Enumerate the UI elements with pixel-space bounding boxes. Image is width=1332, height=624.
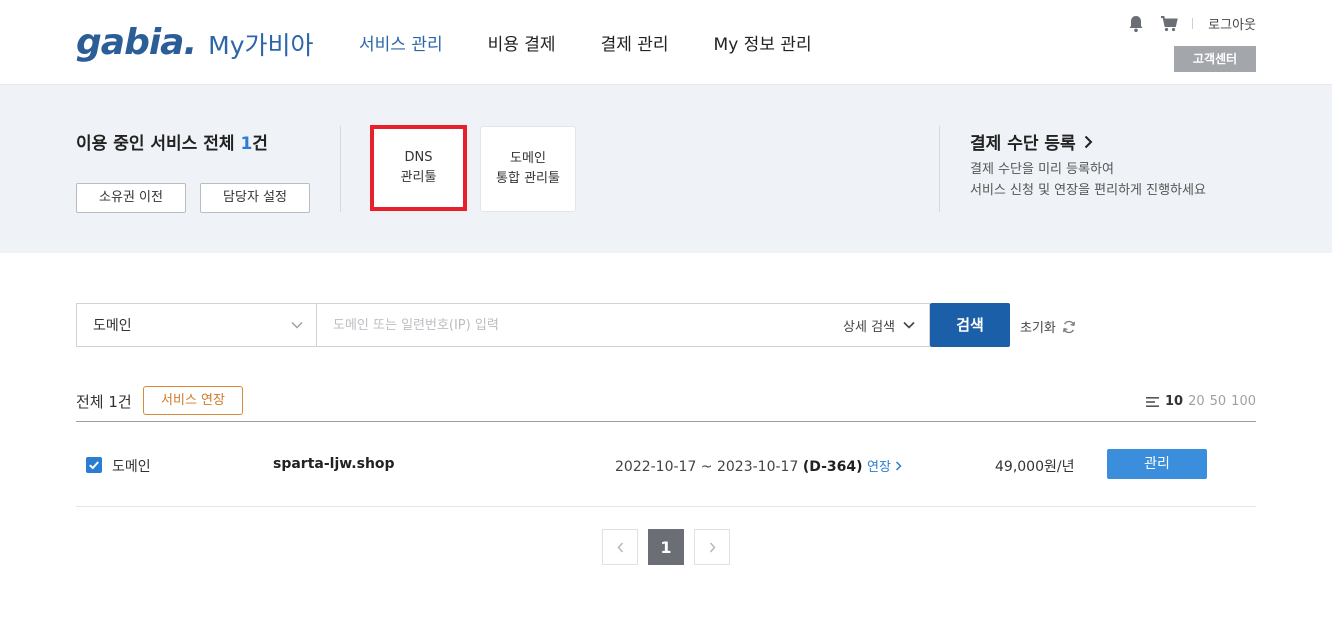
chevron-right-icon bbox=[709, 542, 716, 553]
ownership-transfer-button[interactable]: 소유권 이전 bbox=[76, 183, 186, 213]
top-header: gabia. My가비아 서비스 관리 비용 결제 결제 관리 My 정보 관리… bbox=[0, 0, 1332, 85]
search-category-select[interactable]: 도메인 bbox=[76, 303, 316, 347]
logo-subtitle: My가비아 bbox=[208, 31, 314, 60]
divider bbox=[76, 421, 1256, 422]
search-input[interactable] bbox=[333, 317, 793, 333]
search-button[interactable]: 검색 bbox=[930, 303, 1010, 347]
total-count: 전체 1건 bbox=[76, 393, 132, 411]
divider bbox=[1192, 18, 1194, 29]
page-size-100[interactable]: 100 bbox=[1231, 394, 1256, 409]
page-button-current[interactable]: 1 bbox=[648, 529, 684, 565]
search-category-value: 도메인 bbox=[93, 318, 132, 334]
row-price: 49,000원/년 bbox=[995, 459, 1075, 475]
row-service-type: 도메인 bbox=[112, 459, 151, 475]
service-extend-button[interactable]: 서비스 연장 bbox=[143, 386, 243, 415]
list-icon bbox=[1145, 396, 1159, 407]
payment-title: 결제 수단 등록 bbox=[970, 134, 1076, 154]
page-size-selector: 10 20 50 100 bbox=[1145, 394, 1256, 409]
divider bbox=[76, 506, 1256, 507]
logo-wordmark: gabia. bbox=[76, 22, 197, 63]
customer-center-button[interactable]: 고객센터 bbox=[1174, 46, 1256, 72]
search-bar: 도메인 상세 검색 검색 bbox=[76, 303, 1010, 347]
detail-search-toggle[interactable]: 상세 검색 bbox=[843, 316, 915, 335]
nav-my-info[interactable]: My 정보 관리 bbox=[714, 30, 812, 55]
domain-integrated-tool-card[interactable]: 도메인 통합 관리툴 bbox=[480, 126, 576, 212]
contact-settings-button[interactable]: 담당자 설정 bbox=[200, 183, 310, 213]
divider bbox=[340, 126, 341, 212]
prev-page-button[interactable] bbox=[602, 529, 638, 565]
service-count-title: 이용 중인 서비스 전체 1건 bbox=[76, 129, 268, 154]
reset-button[interactable]: 초기화 bbox=[1020, 317, 1076, 336]
refresh-icon bbox=[1062, 320, 1076, 334]
next-page-button[interactable] bbox=[694, 529, 730, 565]
dns-management-tool-card[interactable]: DNS 관리툴 bbox=[370, 125, 467, 211]
row-extend-label: 연장 bbox=[866, 460, 891, 475]
tool-card-line2: 통합 관리툴 bbox=[496, 171, 560, 186]
tool-card-line2: 관리툴 bbox=[400, 170, 437, 185]
detail-search-label: 상세 검색 bbox=[843, 319, 895, 335]
nav-payment-management[interactable]: 결제 관리 bbox=[601, 30, 669, 55]
chevron-down-icon bbox=[903, 321, 915, 329]
page-size-20[interactable]: 20 bbox=[1188, 394, 1205, 409]
chevron-right-icon bbox=[895, 460, 902, 475]
reset-label: 초기화 bbox=[1020, 321, 1056, 336]
divider bbox=[939, 126, 940, 212]
nav-service-management[interactable]: 서비스 관리 bbox=[359, 30, 443, 55]
service-count: 1 bbox=[240, 134, 253, 154]
chevron-right-icon bbox=[1084, 135, 1093, 149]
row-extend-link[interactable]: 연장 bbox=[867, 460, 902, 475]
summary-title-text: 이용 중인 서비스 전체 bbox=[76, 134, 235, 154]
payment-method-register-link[interactable]: 결제 수단 등록 bbox=[970, 129, 1093, 154]
nav-billing[interactable]: 비용 결제 bbox=[488, 30, 556, 55]
payment-desc-line1: 결제 수단을 미리 등록하여 bbox=[970, 162, 1114, 177]
period-dates: 2022-10-17 ~ 2023-10-17 bbox=[615, 459, 799, 475]
count-suffix: 건 bbox=[252, 134, 268, 154]
row-domain-name[interactable]: sparta-ljw.shop bbox=[273, 456, 395, 472]
main-nav: 서비스 관리 비용 결제 결제 관리 My 정보 관리 bbox=[359, 30, 857, 55]
tool-card-line1: 도메인 bbox=[510, 151, 546, 166]
page-size-10[interactable]: 10 bbox=[1165, 394, 1183, 409]
tool-card-line1: DNS bbox=[404, 150, 433, 165]
payment-desc-line2: 서비스 신청 및 연장을 편리하게 진행하세요 bbox=[970, 183, 1206, 198]
d-day-badge: (D-364) bbox=[802, 459, 863, 475]
payment-description: 결제 수단을 미리 등록하여 서비스 신청 및 연장을 편리하게 진행하세요 bbox=[970, 159, 1206, 201]
bell-icon[interactable] bbox=[1128, 15, 1144, 33]
service-summary-band: 이용 중인 서비스 전체 1건 소유권 이전 담당자 설정 DNS 관리툴 도메… bbox=[0, 85, 1332, 253]
row-checkbox[interactable] bbox=[86, 457, 102, 473]
search-input-wrapper: 상세 검색 bbox=[316, 303, 930, 347]
utility-bar: 로그아웃 bbox=[1128, 14, 1256, 33]
chevron-down-icon bbox=[291, 321, 303, 329]
cart-icon[interactable] bbox=[1160, 15, 1178, 33]
gabia-logo[interactable]: gabia. My가비아 bbox=[76, 22, 314, 63]
chevron-left-icon bbox=[616, 542, 624, 553]
manage-button[interactable]: 관리 bbox=[1107, 449, 1207, 479]
logout-link[interactable]: 로그아웃 bbox=[1208, 14, 1256, 33]
row-period: 2022-10-17 ~ 2023-10-17 (D-364) 연장 bbox=[615, 456, 902, 475]
page-size-50[interactable]: 50 bbox=[1210, 394, 1227, 409]
